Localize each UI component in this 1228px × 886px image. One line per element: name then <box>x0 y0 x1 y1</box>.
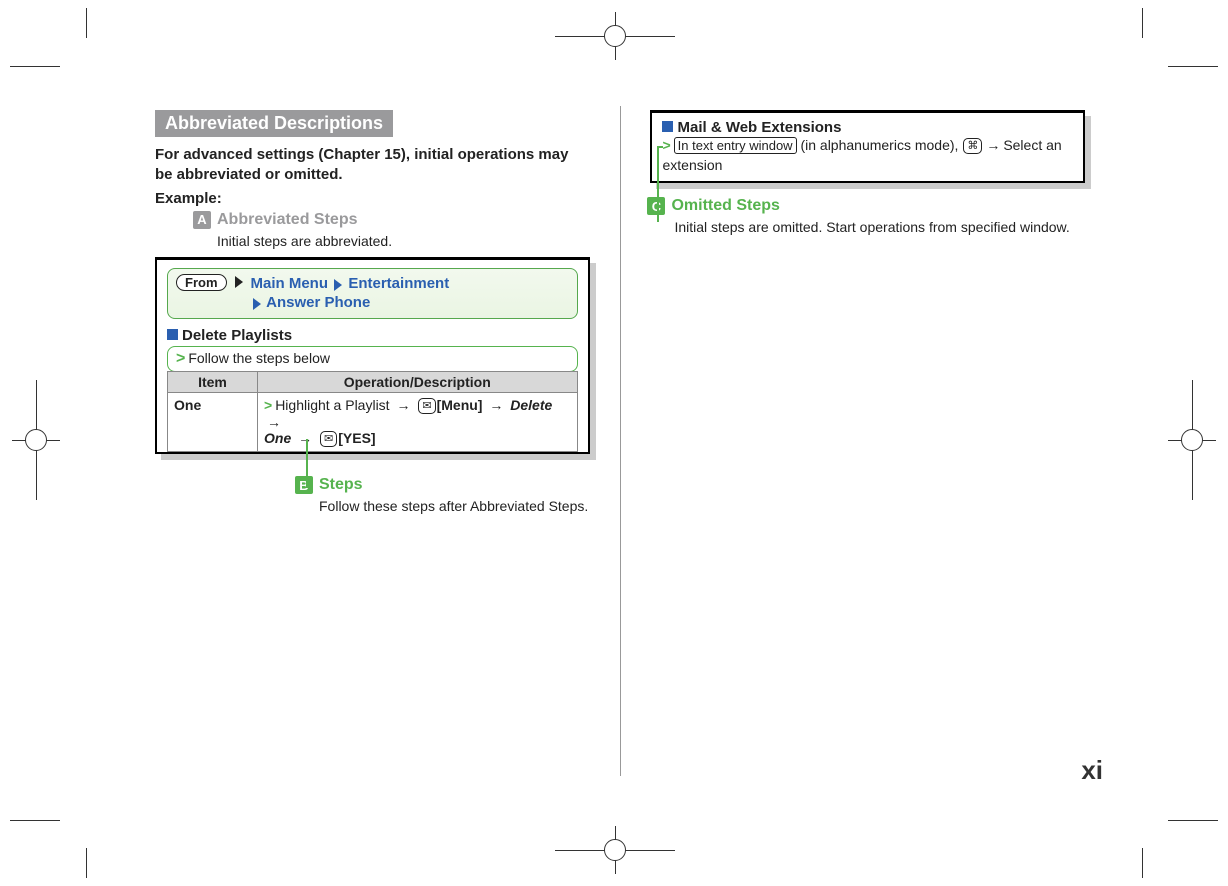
from-chip: From <box>176 274 227 291</box>
th-op: Operation/Description <box>258 371 578 392</box>
right-column: Mail & Web Extensions >In text entry win… <box>650 110 1085 776</box>
web-key-icon: ⌘ <box>963 138 982 154</box>
table-header-row: Item Operation/Description <box>168 371 578 392</box>
op-part: One <box>264 430 291 446</box>
callout-a-sub: Initial steps are abbreviated. <box>217 233 590 249</box>
body-part: (in alphanumerics mode), <box>800 137 958 153</box>
breadcrumb-text: Main Menu Entertainment Answer Phone <box>251 274 450 313</box>
callout-a-title: Abbreviated Steps <box>217 211 357 229</box>
steps-table: Item Operation/Description One >Highligh… <box>167 371 578 453</box>
connector-line <box>657 146 663 148</box>
panel2-body: >In text entry window (in alphanumerics … <box>662 136 1073 175</box>
op-part: [Menu] <box>437 397 483 413</box>
badge-a-icon: A <box>193 211 211 229</box>
triangle-icon <box>235 276 243 288</box>
triangle-icon <box>253 298 261 310</box>
chevron-icon: > <box>662 137 670 153</box>
callout-c-sub: Initial steps are omitted. Start operati… <box>674 219 1085 235</box>
column-divider <box>620 106 621 776</box>
page-number: xi <box>1081 755 1103 786</box>
crumb-c: Answer Phone <box>266 294 370 311</box>
square-bullet-icon <box>167 329 178 340</box>
boxed-term: In text entry window <box>674 137 797 154</box>
callout-a: A Abbreviated Steps <box>193 211 590 229</box>
page-content: Abbreviated Descriptions For advanced se… <box>155 110 1085 790</box>
left-column: Abbreviated Descriptions For advanced se… <box>155 110 590 776</box>
callout-b-title: Steps <box>319 476 363 494</box>
mail-key-icon: ✉ <box>418 398 435 414</box>
crumb-a: Main Menu <box>251 275 329 292</box>
panel2-heading-text: Mail & Web Extensions <box>677 119 841 136</box>
crumb-b: Entertainment <box>348 275 449 292</box>
table-row: One >Highlight a Playlist → ✉[Menu] → De… <box>168 392 578 452</box>
connector-line <box>306 439 308 488</box>
badge-b-icon: B <box>295 476 313 494</box>
triangle-icon <box>334 279 342 291</box>
follow-steps-text: Follow the steps below <box>188 350 330 366</box>
mail-key-icon: ✉ <box>320 431 337 447</box>
chevron-icon: > <box>176 350 185 367</box>
callout-c-title: Omitted Steps <box>671 197 779 215</box>
badge-c-icon: C <box>647 197 665 215</box>
op-part: Highlight a Playlist <box>275 397 389 413</box>
intro-text: For advanced settings (Chapter 15), init… <box>155 145 590 186</box>
callout-c: C Omitted Steps <box>647 197 1085 215</box>
th-item: Item <box>168 371 258 392</box>
callout-b-sub: Follow these steps after Abbreviated Ste… <box>319 498 590 514</box>
from-breadcrumb: From Main Menu Entertainment Answer Phon… <box>167 268 578 319</box>
example-panel: From Main Menu Entertainment Answer Phon… <box>155 257 590 455</box>
section-heading: Abbreviated Descriptions <box>155 110 393 137</box>
arrow-icon: → <box>267 414 281 430</box>
cell-item: One <box>168 392 258 452</box>
example-label: Example: <box>155 190 590 207</box>
arrow-icon: → <box>986 137 1000 153</box>
follow-steps-box: >Follow the steps below <box>167 346 578 372</box>
square-bullet-icon <box>662 121 673 132</box>
panel1-heading: Delete Playlists <box>167 327 578 344</box>
chevron-icon: > <box>264 397 272 413</box>
callout-b: B Steps <box>295 476 590 494</box>
op-part: [YES] <box>338 430 375 446</box>
panel1-heading-text: Delete Playlists <box>182 327 292 344</box>
op-part: Delete <box>510 397 552 413</box>
panel2-heading: Mail & Web Extensions <box>662 119 1073 136</box>
arrow-icon: → <box>396 397 410 413</box>
arrow-icon: → <box>489 397 503 413</box>
connector-line <box>657 146 659 222</box>
panel2: Mail & Web Extensions >In text entry win… <box>650 110 1085 183</box>
